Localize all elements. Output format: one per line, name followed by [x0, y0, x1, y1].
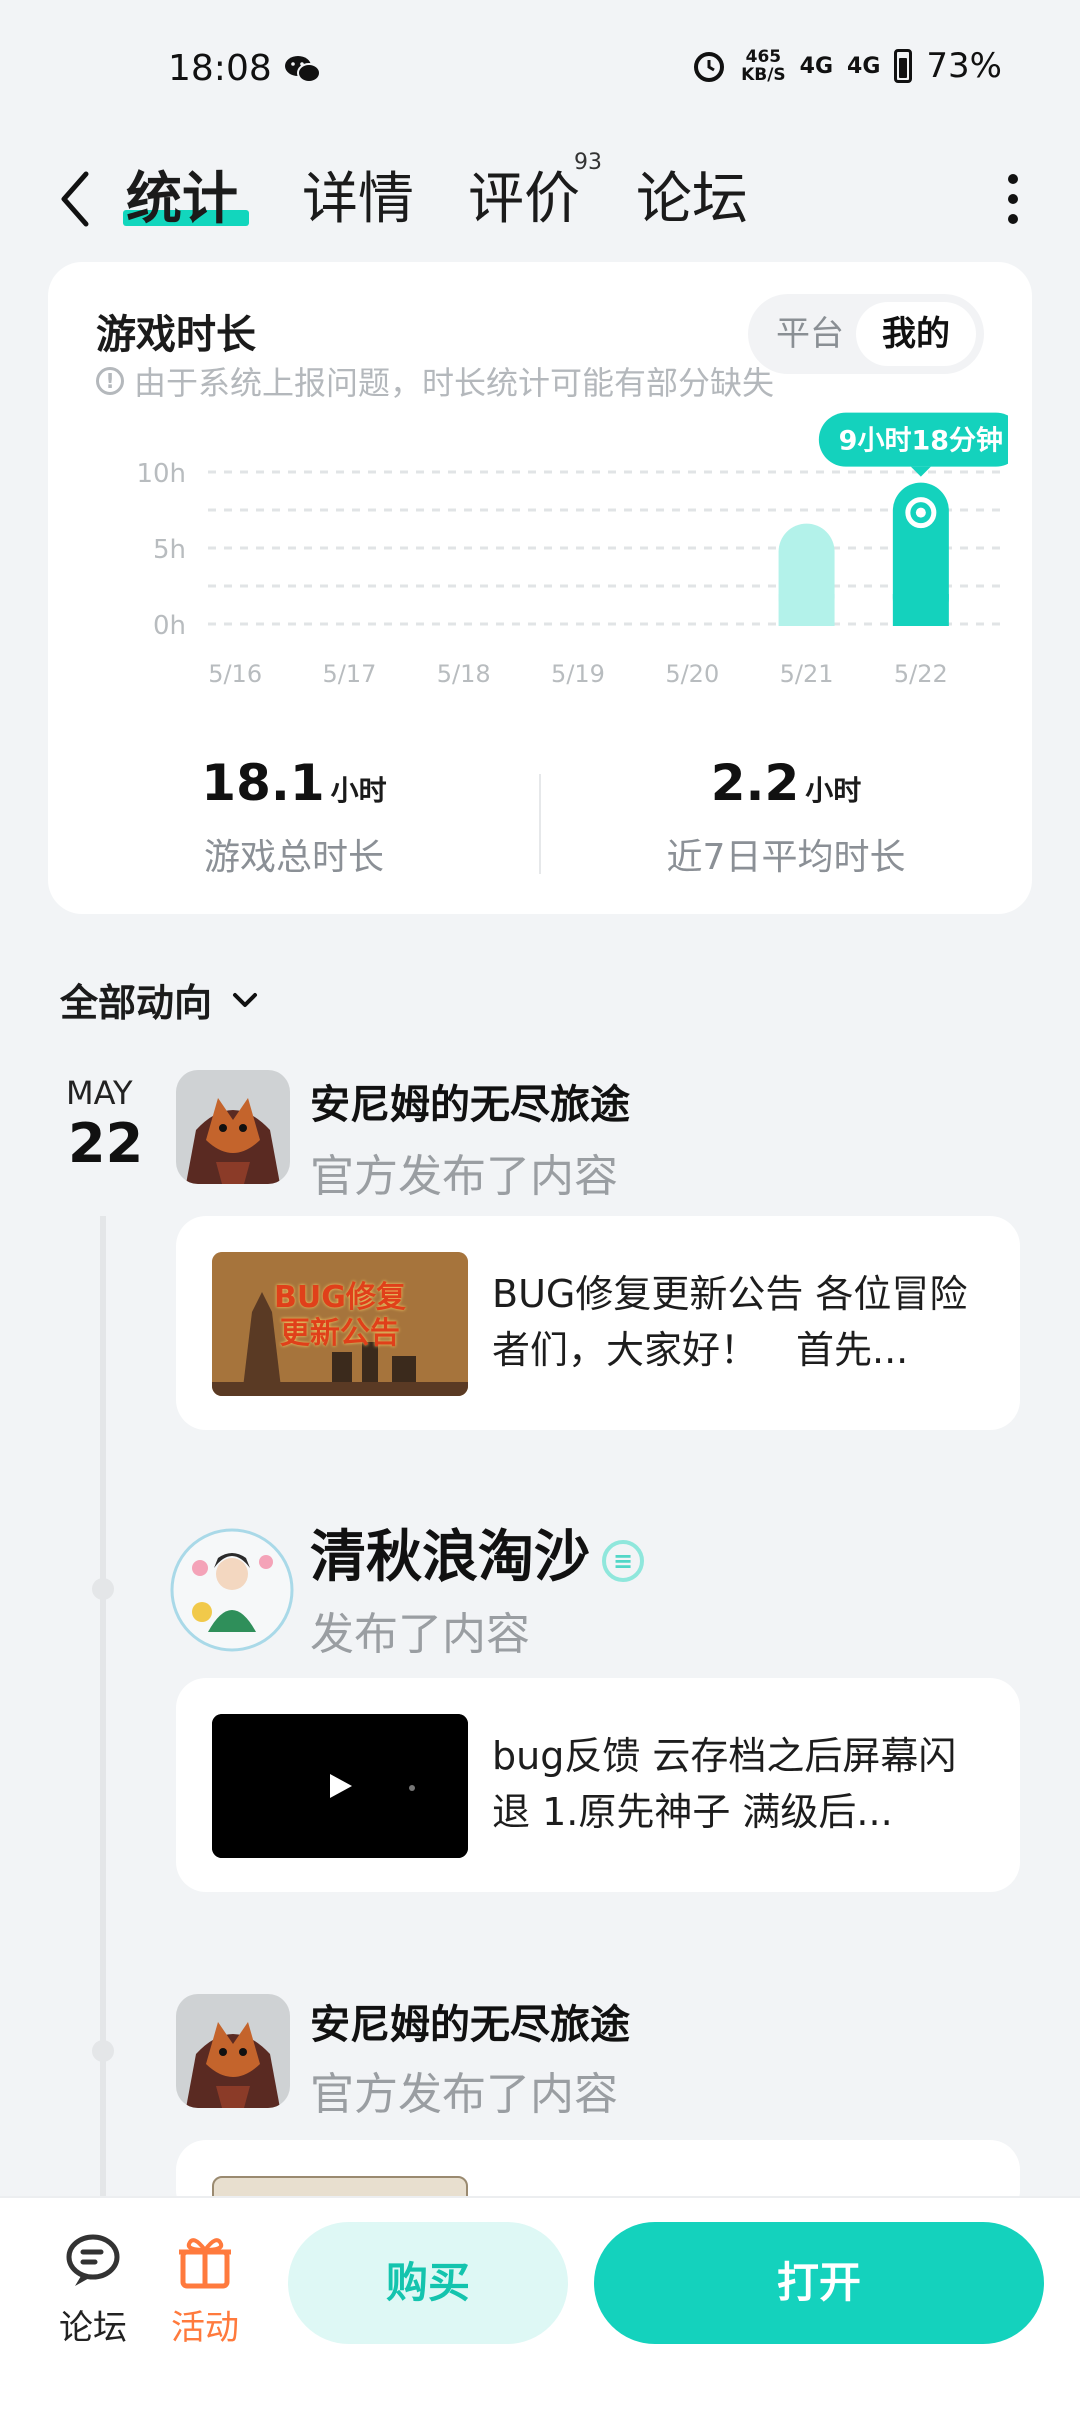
- video-thumbnail[interactable]: [212, 1714, 468, 1858]
- game-avatar[interactable]: [176, 1994, 290, 2108]
- chart-svg: 10h 5h 0h 5/16 5/17 5/18 5/19 5/20 5/21 9小时18分钟 5/…: [136, 412, 1023, 688]
- thumb-title-line2: 更新公告: [279, 1316, 400, 1351]
- x-tick-label: 5/18: [437, 660, 491, 688]
- review-count-badge: 93: [574, 150, 602, 175]
- level-badge-icon: ≡: [602, 1539, 644, 1582]
- summary-row: 18.1 小时 游戏总时长 2.2 小时 近7日平均时长: [48, 754, 1032, 894]
- post-card[interactable]: bug反馈 云存档之后屏幕闪退 1.原先神子 满级后...: [176, 1678, 1020, 1892]
- gift-icon: [179, 2238, 231, 2289]
- chart-bar-base: [778, 594, 835, 626]
- x-tick-label: 5/16: [208, 660, 262, 688]
- card-title: 游戏时长: [96, 312, 256, 358]
- date-day: 22: [68, 1112, 144, 1175]
- tooltip-text: 9小时18分钟: [839, 426, 1003, 457]
- signal-icon-2: 4G: [847, 53, 881, 79]
- buy-button[interactable]: 购买: [288, 2222, 568, 2344]
- battery-icon: [894, 49, 913, 83]
- post-text: BUG修复更新公告 各位冒险者们，大家好！ 首先...: [492, 1272, 968, 1372]
- timeline-dot: [92, 2040, 114, 2062]
- network-speed: 465 KB/S: [741, 47, 786, 85]
- back-arrow-icon[interactable]: [50, 164, 100, 234]
- total-playtime: 18.1 小时 游戏总时长: [201, 754, 387, 878]
- card-note: ! 由于系统上报问题，时长统计可能有部分缺失: [96, 358, 774, 404]
- user-avatar[interactable]: [170, 1528, 294, 1652]
- post-thumbnail: BUG修复 更新公告: [212, 1252, 468, 1396]
- battery-percent: 73%: [926, 46, 1002, 86]
- tab-forum[interactable]: 论坛: [636, 154, 748, 235]
- alarm-icon: [694, 52, 725, 82]
- game-avatar[interactable]: [176, 1070, 290, 1184]
- chevron-down-icon: [233, 992, 258, 1007]
- wechat-icon: [285, 56, 321, 83]
- forum-icon: [66, 2234, 120, 2286]
- y-tick-label: 0h: [153, 611, 186, 641]
- forum-nav-item[interactable]: 论坛: [48, 2230, 138, 2349]
- platform-mine-toggle: 平台 我的: [748, 294, 984, 374]
- playtime-card: 游戏时长 ! 由于系统上报问题，时长统计可能有部分缺失 平台 我的 10h 5h 0…: [48, 262, 1032, 914]
- date-month: MAY: [66, 1074, 133, 1112]
- average-playtime: 2.2 小时 近7日平均时长: [666, 754, 906, 878]
- signal-icon: 4G: [799, 53, 834, 79]
- status-bar: 18:08 465 KB/S 4G 4G 73%: [0, 0, 1080, 140]
- playtime-chart: 10h 5h 0h 5/16 5/17 5/18 5/19 5/20 5/21 9小时18分钟 5/…: [88, 412, 1023, 712]
- y-tick-label: 5h: [153, 535, 186, 565]
- x-tick-label: 5/21: [780, 660, 834, 688]
- toggle-mine[interactable]: 我的: [856, 302, 976, 366]
- activity-filter[interactable]: 全部动向: [60, 972, 260, 1027]
- thumb-title-line1: BUG修复: [274, 1280, 406, 1315]
- toggle-platform[interactable]: 平台: [760, 302, 860, 366]
- chart-bar-base: [892, 594, 949, 626]
- tab-stats[interactable]: 统计: [126, 154, 238, 235]
- tab-reviews[interactable]: 评价: [468, 154, 580, 235]
- post-action: 发布了内容: [310, 1609, 530, 1660]
- post-action: 官方发布了内容: [310, 2069, 618, 2120]
- tab-details[interactable]: 详情: [302, 154, 414, 235]
- poster-name[interactable]: 清秋浪淘沙 ≡: [310, 1512, 644, 1593]
- y-tick-label: 10h: [136, 459, 186, 489]
- x-tick-label: 5/20: [665, 660, 719, 688]
- poster-name[interactable]: 安尼姆的无尽旅途: [310, 1992, 630, 2050]
- x-tick-label: 5/19: [551, 660, 605, 688]
- poster-name[interactable]: 安尼姆的无尽旅途: [310, 1072, 630, 1130]
- post-action: 官方发布了内容: [310, 1151, 618, 1202]
- top-nav: 统计 详情 评价 93 论坛: [0, 140, 1080, 260]
- timeline-dot: [92, 1578, 114, 1600]
- open-button[interactable]: 打开: [594, 2222, 1044, 2344]
- info-icon: !: [96, 367, 124, 395]
- selected-marker-dot: [915, 507, 926, 518]
- status-right: 465 KB/S 4G 4G 73%: [691, 46, 1002, 86]
- status-time: 18:08: [168, 48, 272, 89]
- post-card[interactable]: BUG修复 更新公告 BUG修复更新公告 各位冒险者们，大家好！ 首先...: [176, 1216, 1020, 1430]
- x-tick-label: 5/17: [322, 660, 376, 688]
- post-text: bug反馈 云存档之后屏幕闪退 1.原先神子 满级后...: [492, 1734, 957, 1834]
- more-options-icon[interactable]: [1006, 168, 1020, 228]
- timeline-line: [100, 1216, 106, 2216]
- x-tick-label: 5/22: [894, 660, 948, 688]
- activity-nav-item[interactable]: 活动: [160, 2230, 250, 2349]
- bottom-bar: 论坛 活动 购买 打开: [0, 2196, 1080, 2412]
